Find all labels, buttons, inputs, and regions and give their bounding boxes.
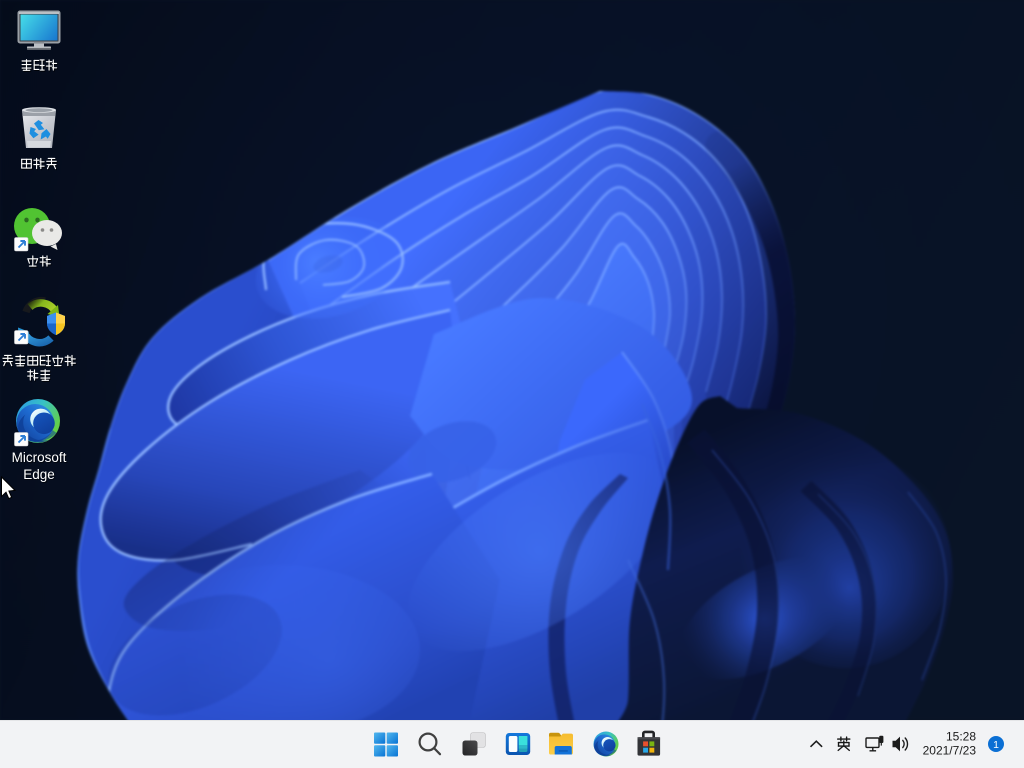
svg-text:1: 1: [993, 739, 999, 751]
svg-text:Microsoft: Microsoft: [12, 450, 67, 465]
svg-text:2021/7/23: 2021/7/23: [923, 744, 977, 758]
svg-text:Edge: Edge: [23, 467, 55, 482]
svg-text:15:28: 15:28: [946, 730, 976, 744]
